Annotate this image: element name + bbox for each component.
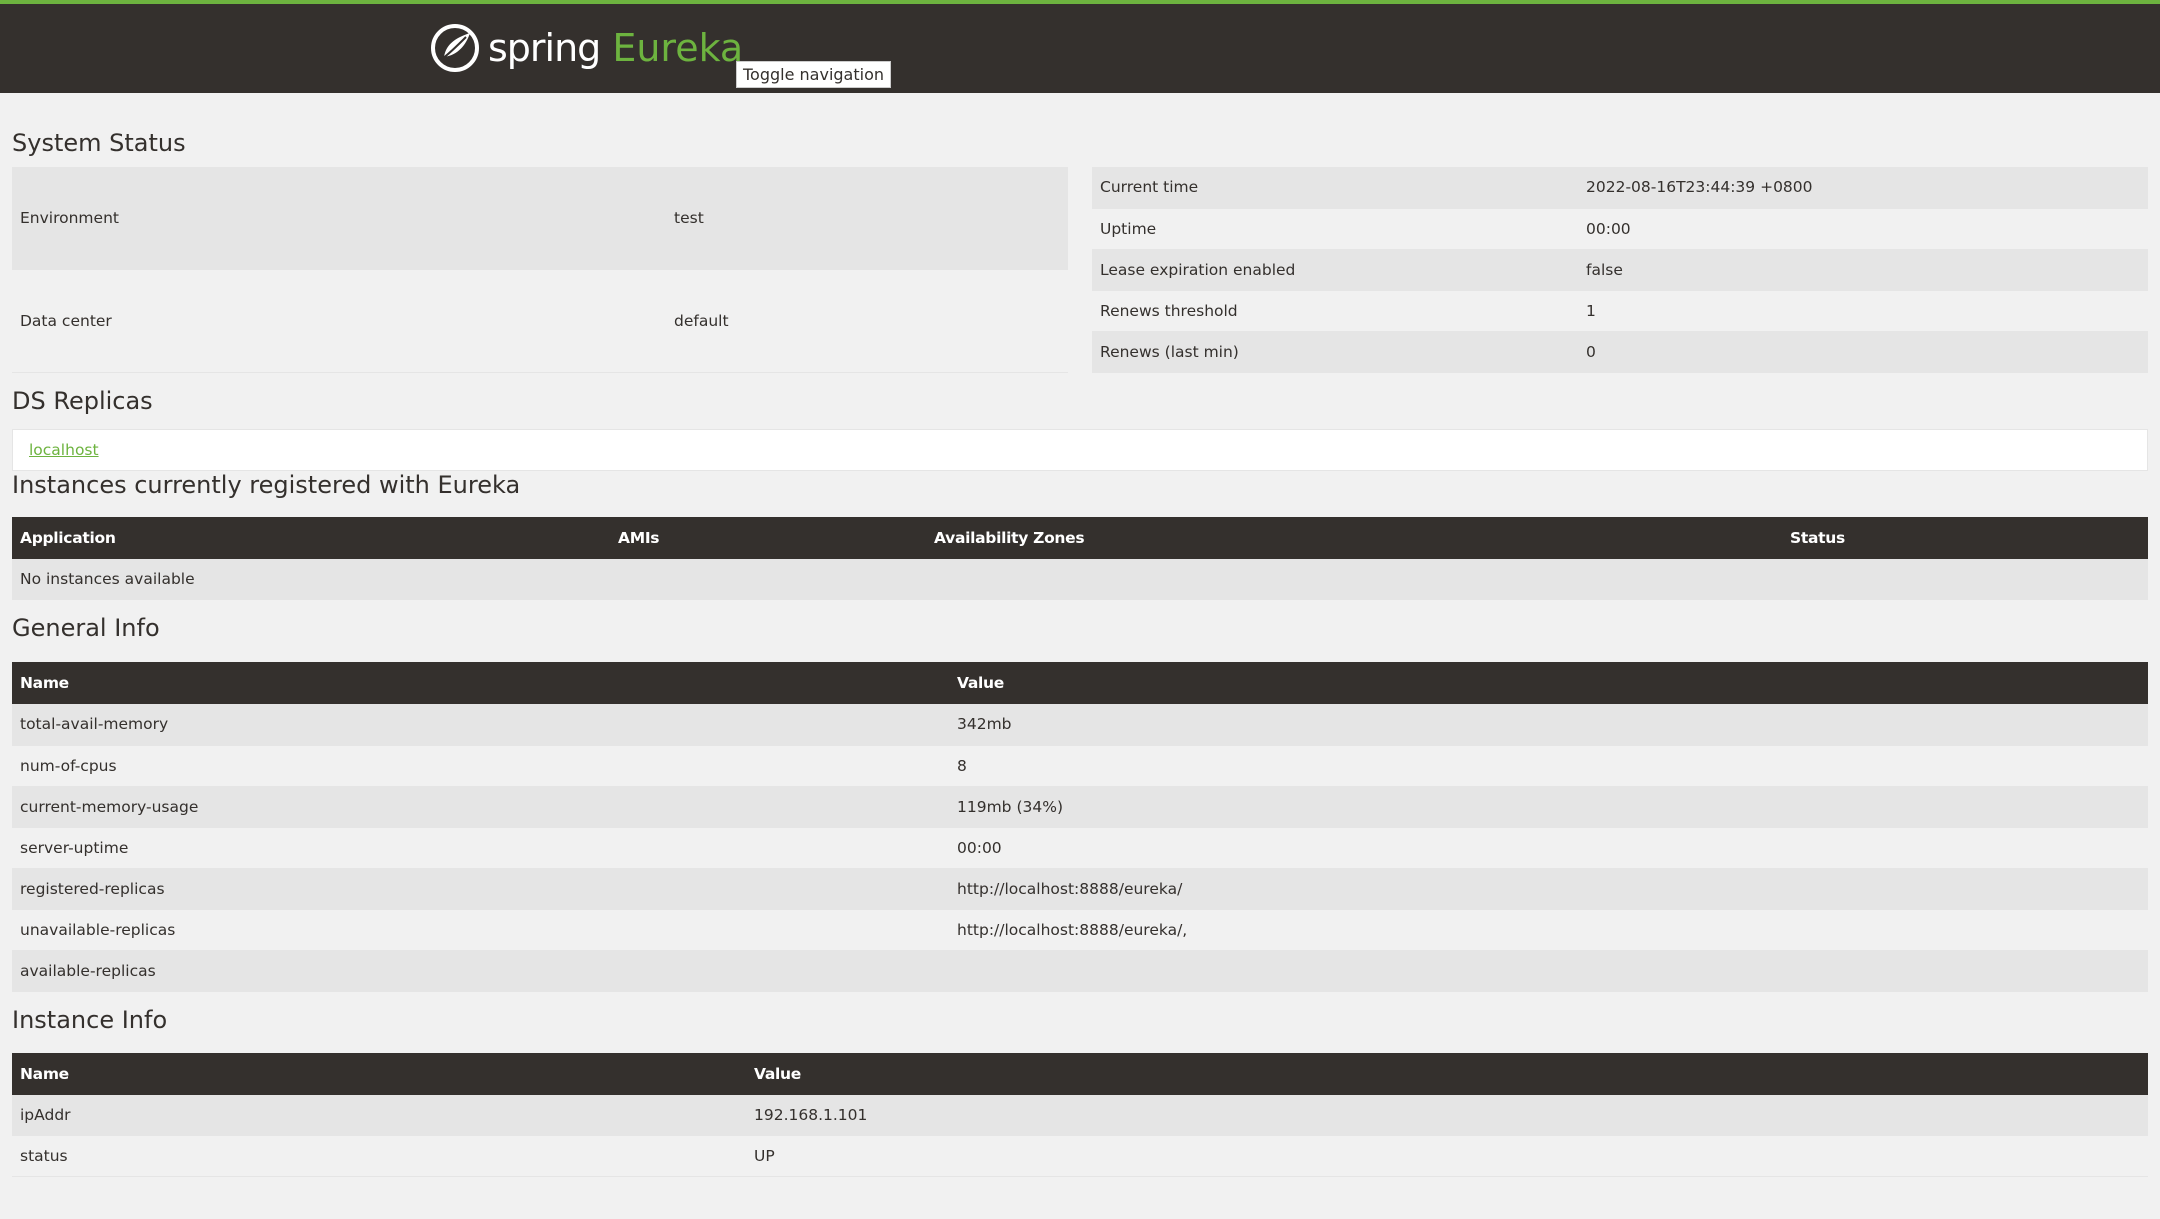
brand-spring-text: spring — [488, 26, 601, 70]
column-header-amis[interactable]: AMIs — [610, 516, 926, 559]
table-row: status UP — [12, 1135, 2148, 1177]
system-status-section: Environment test Data center default Cur… — [12, 167, 2148, 373]
instance-info-table: Name Value ipAddr 192.168.1.101 status U… — [12, 1052, 2148, 1177]
info-value: http://localhost:8888/eureka/, — [949, 909, 2148, 951]
column-header-availability-zones[interactable]: Availability Zones — [926, 516, 1782, 559]
spring-leaf-icon — [431, 24, 479, 72]
info-name: available-replicas — [12, 950, 949, 992]
table-row: Current time 2022-08-16T23:44:39 +0800 — [1092, 167, 2148, 209]
info-name: registered-replicas — [12, 868, 949, 910]
main-content: System Status Environment test Data cent… — [0, 129, 2160, 1177]
ds-replicas-list: localhost — [12, 428, 2148, 471]
status-key: Data center — [12, 269, 666, 373]
status-value: test — [666, 167, 1068, 270]
column-header-name[interactable]: Name — [12, 1052, 746, 1095]
info-name: current-memory-usage — [12, 786, 949, 828]
table-row: Lease expiration enabled false — [1092, 249, 2148, 291]
status-value: 2022-08-16T23:44:39 +0800 — [1578, 167, 2148, 209]
info-value: 192.168.1.101 — [746, 1094, 2148, 1136]
status-value: 00:00 — [1578, 208, 2148, 250]
info-name: ipAddr — [12, 1094, 746, 1136]
status-key: Lease expiration enabled — [1092, 249, 1578, 291]
status-value: 0 — [1578, 331, 2148, 373]
info-name: total-avail-memory — [12, 704, 949, 746]
info-value: http://localhost:8888/eureka/ — [949, 868, 2148, 910]
info-value: 00:00 — [949, 827, 2148, 869]
table-row: Environment test — [12, 167, 1068, 270]
info-name: server-uptime — [12, 827, 949, 869]
table-header-row: Name Value — [12, 662, 2148, 704]
table-header-row: Application AMIs Availability Zones Stat… — [12, 516, 2148, 559]
info-value: 342mb — [949, 704, 2148, 746]
table-row: Renews threshold 1 — [1092, 290, 2148, 332]
brand-eureka-text: Eureka — [612, 26, 744, 70]
system-status-left-table: Environment test Data center default — [12, 167, 1068, 373]
table-row: Data center default — [12, 269, 1068, 373]
column-header-value[interactable]: Value — [949, 662, 2148, 704]
table-row: current-memory-usage 119mb (34%) — [12, 786, 2148, 828]
table-row: ipAddr 192.168.1.101 — [12, 1094, 2148, 1136]
table-row: server-uptime 00:00 — [12, 827, 2148, 869]
info-name: status — [12, 1135, 746, 1177]
brand-logo[interactable]: spring Eureka — [430, 20, 743, 76]
toggle-navigation-button[interactable]: Toggle navigation — [736, 61, 891, 88]
status-key: Renews threshold — [1092, 290, 1578, 332]
table-row: num-of-cpus 8 — [12, 745, 2148, 787]
top-navbar: spring Eureka Toggle navigation — [0, 0, 2160, 93]
status-value: false — [1578, 249, 2148, 291]
system-status-title: System Status — [12, 129, 186, 157]
status-key: Uptime — [1092, 208, 1578, 250]
column-header-name[interactable]: Name — [12, 662, 949, 704]
no-instances-message: No instances available — [12, 558, 2148, 600]
general-info-title: General Info — [12, 614, 160, 642]
column-header-status[interactable]: Status — [1782, 516, 2148, 559]
info-value: 119mb (34%) — [949, 786, 2148, 828]
table-row: registered-replicas http://localhost:888… — [12, 868, 2148, 910]
instances-title: Instances currently registered with Eure… — [12, 470, 521, 499]
replica-link-localhost[interactable]: localhost — [29, 441, 99, 459]
info-value: 8 — [949, 745, 2148, 787]
table-row: unavailable-replicas http://localhost:88… — [12, 909, 2148, 951]
status-value: default — [666, 269, 1068, 373]
table-row: Renews (last min) 0 — [1092, 331, 2148, 373]
status-key: Environment — [12, 167, 666, 270]
status-key: Renews (last min) — [1092, 331, 1578, 373]
info-value: UP — [746, 1135, 2148, 1177]
table-row: Uptime 00:00 — [1092, 208, 2148, 250]
table-header-row: Name Value — [12, 1052, 2148, 1095]
table-row: total-avail-memory 342mb — [12, 704, 2148, 746]
table-row: No instances available — [12, 558, 2148, 600]
table-row: available-replicas — [12, 950, 2148, 992]
info-value — [949, 950, 2148, 992]
ds-replicas-title: DS Replicas — [12, 386, 153, 415]
info-name: unavailable-replicas — [12, 909, 949, 951]
system-status-right-table: Current time 2022-08-16T23:44:39 +0800 U… — [1092, 167, 2148, 373]
instances-table: Application AMIs Availability Zones Stat… — [12, 516, 2148, 600]
column-header-application[interactable]: Application — [12, 516, 610, 559]
column-header-value[interactable]: Value — [746, 1052, 2148, 1095]
instance-info-title: Instance Info — [12, 1005, 168, 1034]
info-name: num-of-cpus — [12, 745, 949, 787]
status-key: Current time — [1092, 167, 1578, 209]
status-value: 1 — [1578, 290, 2148, 332]
general-info-table: Name Value total-avail-memory 342mb num-… — [12, 662, 2148, 992]
